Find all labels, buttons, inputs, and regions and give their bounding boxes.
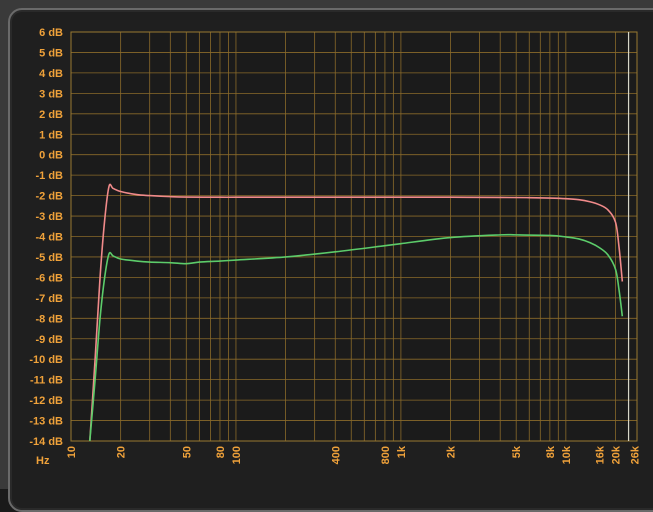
y-tick-label: -6 dB — [36, 272, 64, 284]
x-tick-label: 26k — [629, 445, 641, 464]
x-tick-label: 1k — [396, 445, 408, 458]
frequency-response-chart: 6 dB 5 dB 4 dB 3 dB 2 dB 1 dB 0 dB -1 dB -2 dB -3… — [29, 27, 641, 467]
x-unit-label: Hz — [36, 455, 50, 467]
x-tick-label: 20 — [116, 446, 128, 458]
x-tick-label: 100 — [231, 446, 243, 464]
x-tick-label: 10 — [66, 446, 78, 458]
y-tick-label: 4 dB — [39, 68, 63, 80]
x-tick-label: 400 — [330, 446, 342, 464]
y-tick-label: -8 dB — [36, 313, 64, 325]
y-tick-label: -11 dB — [30, 375, 63, 387]
y-tick-label: 0 dB — [39, 150, 63, 162]
y-tick-label: 1 dB — [39, 129, 63, 141]
y-tick-label: 5 dB — [39, 47, 63, 59]
x-tick-label: 10k — [561, 445, 573, 464]
y-tick-label: 3 dB — [39, 88, 63, 100]
y-tick-label: -12 dB — [29, 395, 63, 407]
y-tick-label: -4 dB — [36, 232, 64, 244]
x-tick-label: 80 — [215, 446, 227, 458]
y-tick-label: -1 dB — [36, 170, 64, 182]
x-tick-label: 50 — [181, 446, 193, 458]
y-tick-label: -13 dB — [29, 416, 63, 428]
y-tick-label: -14 dB — [29, 436, 63, 448]
x-tick-label: 16k — [595, 445, 607, 464]
y-tick-label: -7 dB — [36, 293, 64, 305]
x-tick-label: 20k — [611, 445, 623, 464]
y-tick-label: -9 dB — [36, 334, 64, 346]
y-tick-label: -2 dB — [36, 191, 64, 203]
y-tick-label: -10 dB — [29, 354, 63, 366]
y-tick-label: 6 dB — [39, 27, 63, 39]
x-tick-label: 2k — [446, 445, 458, 458]
x-tick-label: 8k — [545, 445, 557, 458]
x-tick-label: 5k — [511, 445, 523, 458]
y-tick-label: -5 dB — [36, 252, 64, 264]
y-tick-label: 2 dB — [39, 109, 63, 121]
x-tick-label: 800 — [380, 446, 392, 464]
y-tick-label: -3 dB — [36, 211, 64, 223]
analyzer-window: 6 dB 5 dB 4 dB 3 dB 2 dB 1 dB 0 dB -1 dB -2 dB -3… — [0, 0, 653, 512]
